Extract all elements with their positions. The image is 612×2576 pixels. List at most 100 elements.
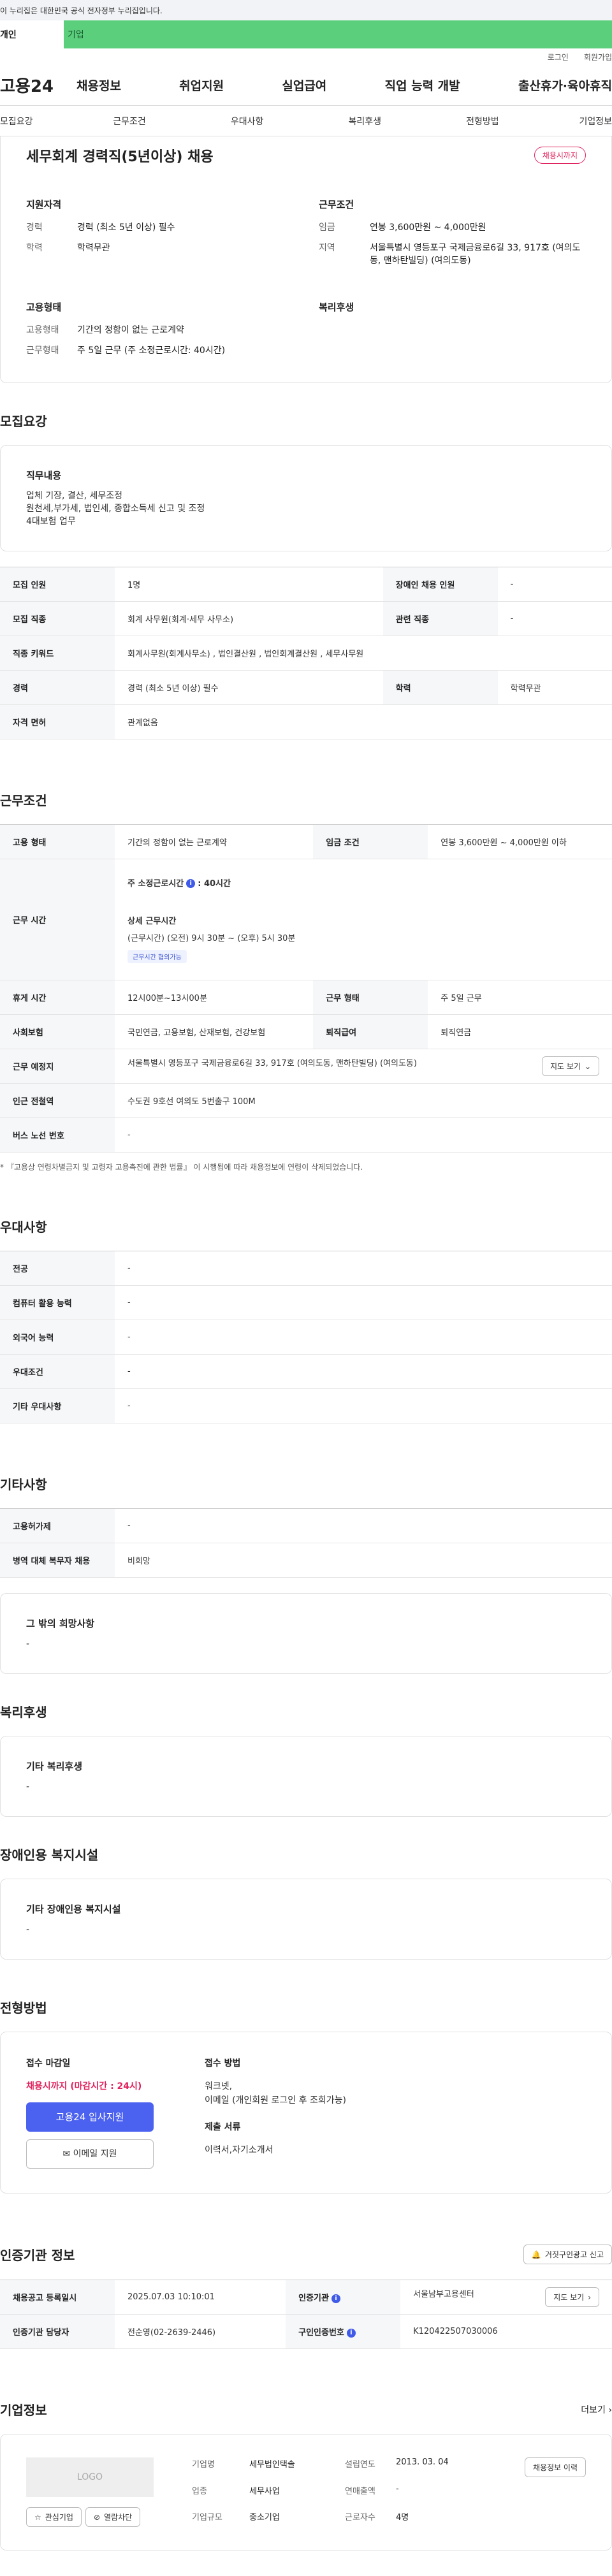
signup-link[interactable]: 회원가입 bbox=[584, 52, 612, 62]
tab-personal[interactable]: 개인 bbox=[0, 20, 64, 48]
cert-table: 채용공고 등록일시 2025.07.03 10:10:01 인증기관 i 서울남부… bbox=[0, 2280, 612, 2349]
gnb-unemployment-benefit[interactable]: 실업급여 bbox=[282, 76, 326, 94]
star-icon: ☆ bbox=[34, 2512, 41, 2522]
tab-company[interactable]: 기업 bbox=[64, 20, 612, 48]
age-notice: * 『고용상 연령차별금지 및 고령자 고용촉진에 관한 법률』 이 시행됨에 … bbox=[0, 1163, 363, 1172]
wage-value: 연봉 3,600만원 ~ 4,000만원 bbox=[370, 222, 486, 233]
gnb-vocational-training[interactable]: 직업 능력 개발 bbox=[385, 76, 460, 94]
table-row: 사회보험 국민연금, 고용보험, 산재보험, 건강보험 퇴직급여 퇴직연금 bbox=[0, 1014, 612, 1049]
table-value: 전순영(02-2639-2446) bbox=[115, 2314, 286, 2349]
tab-process[interactable]: 전형방법 bbox=[424, 115, 542, 127]
table-key: 인증기관 담당자 bbox=[0, 2314, 115, 2349]
table-value: 경력 (최소 5년 이상) 필수 bbox=[115, 670, 383, 705]
email-apply-button[interactable]: ✉ 이메일 지원 bbox=[26, 2139, 154, 2169]
table-value: - bbox=[115, 1320, 612, 1355]
table-value: - bbox=[115, 1117, 612, 1153]
pref-table: 전공 - 컴퓨터 활용 능력 - 외국어 능력 - 우대조건 - 기타 우대사항 - bbox=[0, 1251, 612, 1423]
table-row: 자격 면허 관계없음 bbox=[0, 704, 612, 739]
block-view-button[interactable]: ⊘ 열람차단 bbox=[85, 2507, 141, 2527]
table-row: 기타 우대사항 - bbox=[0, 1388, 612, 1423]
table-value: 비희망 bbox=[115, 1543, 612, 1578]
table-value: 회계사무원(회계사무소) , 법인결산원 , 법인회계결산원 , 세무사무원 bbox=[115, 636, 612, 671]
gnb-employment-support[interactable]: 취업지원 bbox=[179, 76, 224, 94]
table-row: 채용공고 등록일시 2025.07.03 10:10:01 인증기관 i 서울남부… bbox=[0, 2280, 612, 2315]
login-link[interactable]: 로그인 bbox=[548, 52, 569, 62]
company-info-grid: 기업명 세무법인택솔 설립연도 2013. 03. 04 업종 세무사업 연매출액 - … bbox=[192, 2457, 449, 2523]
map-view-button[interactable]: 지도 보기 ⌄ bbox=[541, 1056, 599, 1076]
tab-company[interactable]: 기업정보 bbox=[541, 115, 612, 127]
employment-heading: 고용형태 bbox=[26, 302, 62, 313]
job-description-text: 업체 기장, 결산, 세무조정 원천세,부가세, 법인세, 종합소득세 신고 및… bbox=[26, 491, 205, 527]
table-row: 직종 키워드 회계사무원(회계사무소) , 법인결산원 , 법인회계결산원 , … bbox=[0, 636, 612, 671]
table-value: 수도권 9호선 여의도 5번출구 100M bbox=[115, 1083, 612, 1118]
table-key: 구인인증번호 bbox=[298, 2328, 344, 2338]
weekly-hours: 주 소정근로시간 i: 40시간 bbox=[127, 878, 231, 889]
qualification-block: 지원자격 경력 경력 (최소 5년 이상) 필수 학력 학력무관 bbox=[26, 198, 293, 275]
block-icon: ⊘ bbox=[93, 2512, 100, 2522]
tab-recruit[interactable]: 모집요강 bbox=[0, 115, 71, 127]
disab-card-text: - bbox=[26, 1925, 30, 1935]
info-icon[interactable]: i bbox=[331, 2294, 340, 2303]
recruit-history-button[interactable]: 채용정보 이력 bbox=[524, 2457, 586, 2477]
table-value: 퇴직연금 bbox=[428, 1014, 612, 1049]
table-key: 경력 bbox=[0, 670, 115, 705]
employment-block: 고용형태 고용형태 기간의 정함이 없는 근로계약 근무형태 주 5일 근무 (주 … bbox=[26, 300, 293, 365]
welfare-card-text: - bbox=[26, 1782, 30, 1792]
site-logo[interactable]: 고용24 bbox=[0, 73, 76, 97]
table-key: 근무 시간 bbox=[0, 859, 115, 980]
table-key: 장애인 채용 인원 bbox=[382, 567, 498, 602]
conditions-heading: 근무조건 bbox=[319, 199, 354, 210]
work-type-value: 주 5일 근무 (주 소정근로시간: 40시간) bbox=[77, 346, 226, 356]
work-table: 고용 형태 기간의 정함이 없는 근로계약 임금 조건 연봉 3,600만원 ~… bbox=[0, 824, 612, 1153]
work-place: 서울특별시 영등포구 국제금융로6길 33, 917호 (여의도동, 맨하탄빌딩… bbox=[127, 1059, 417, 1068]
tab-work-conditions[interactable]: 근무조건 bbox=[71, 115, 189, 127]
gnb-parental-leave[interactable]: 출산휴가·육아휴직 bbox=[518, 76, 612, 94]
welfare-card-heading: 기타 복리후생 bbox=[26, 1761, 83, 1772]
welfare-heading: 복리후생 bbox=[319, 302, 354, 313]
table-row: 외국어 능력 - bbox=[0, 1320, 612, 1355]
table-value: - bbox=[497, 567, 612, 602]
deadline-value: 채용시까지 (마감시간 : 24시) bbox=[26, 2081, 142, 2092]
docs-text: 이력서,자기소개서 bbox=[205, 2145, 273, 2155]
table-row: 인증기관 담당자 전순영(02-2639-2446) 구인인증번호 i K1204… bbox=[0, 2314, 612, 2349]
report-fake-ad-button[interactable]: 🔔 거짓구인광고 신고 bbox=[523, 2245, 612, 2264]
welfare-card: 기타 복리후생 - bbox=[0, 1736, 612, 1817]
table-value: 기간의 정함이 없는 근로계약 bbox=[115, 824, 314, 859]
table-key: 기타 우대사항 bbox=[0, 1388, 115, 1423]
table-value: 연봉 3,600만원 ~ 4,000만원 이하 bbox=[428, 824, 612, 859]
chevron-down-icon: ⌄ bbox=[584, 1061, 591, 1071]
process-section-title: 전형방법 bbox=[0, 2000, 47, 2016]
table-value: 관계없음 bbox=[115, 704, 612, 739]
table-row: 휴게 시간 12시00분~13시00분 근무 형태 주 5일 근무 bbox=[0, 980, 612, 1015]
table-key: 퇴직급여 bbox=[313, 1014, 428, 1049]
table-value: - bbox=[115, 1508, 612, 1543]
table-key: 휴게 시간 bbox=[0, 980, 115, 1015]
tab-welfare[interactable]: 복리후생 bbox=[306, 115, 424, 127]
table-value: K120422507030006 bbox=[400, 2314, 612, 2349]
info-icon[interactable]: i bbox=[346, 2328, 356, 2338]
chevron-right-icon: › bbox=[588, 2292, 591, 2302]
process-card: 접수 마감일 채용시까지 (마감시간 : 24시) 고용24 입사지원 ✉ 이메… bbox=[0, 2032, 612, 2194]
table-row: 버스 노선 번호 - bbox=[0, 1117, 612, 1153]
disab-section-title: 장애인용 복지시설 bbox=[0, 1847, 99, 1863]
table-row: 근무 시간 주 소정근로시간 i: 40시간 상세 근무시간 (근무시간) (오전… bbox=[0, 859, 612, 980]
info-icon[interactable]: i bbox=[186, 879, 196, 888]
detail-hours-heading: 상세 근무시간 bbox=[127, 916, 177, 926]
favorite-company-button[interactable]: ☆ 관심기업 bbox=[26, 2507, 82, 2527]
method-heading: 접수 방법 bbox=[205, 2058, 241, 2069]
job-description-card: 직무내용 업체 기장, 결산, 세무조정 원천세,부가세, 법인세, 종합소득세… bbox=[0, 445, 612, 551]
job-description-heading: 직무내용 bbox=[26, 470, 62, 481]
tab-preferences[interactable]: 우대사항 bbox=[188, 115, 306, 127]
table-row: 고용허가제 - bbox=[0, 1508, 612, 1543]
table-row: 인근 전철역 수도권 9호선 여의도 5번출구 100M bbox=[0, 1083, 612, 1118]
hours-negotiable-chip: 근무시간 협의가능 bbox=[127, 949, 187, 963]
org-map-button[interactable]: 지도 보기 › bbox=[545, 2287, 599, 2307]
other-wishes-heading: 그 밖의 희망사항 bbox=[26, 1618, 95, 1629]
table-row: 고용 형태 기간의 정함이 없는 근로계약 임금 조건 연봉 3,600만원 ~… bbox=[0, 824, 612, 859]
other-wishes-card: 그 밖의 희망사항 - bbox=[0, 1593, 612, 1674]
company-more-link[interactable]: 더보기 › bbox=[581, 2403, 612, 2416]
apply-button[interactable]: 고용24 입사지원 bbox=[26, 2102, 154, 2132]
table-key: 자격 면허 bbox=[0, 704, 115, 739]
gnb-jobs[interactable]: 채용정보 bbox=[76, 76, 121, 94]
job-title: 세무회계 경력직(5년이상) 채용 bbox=[26, 149, 214, 165]
